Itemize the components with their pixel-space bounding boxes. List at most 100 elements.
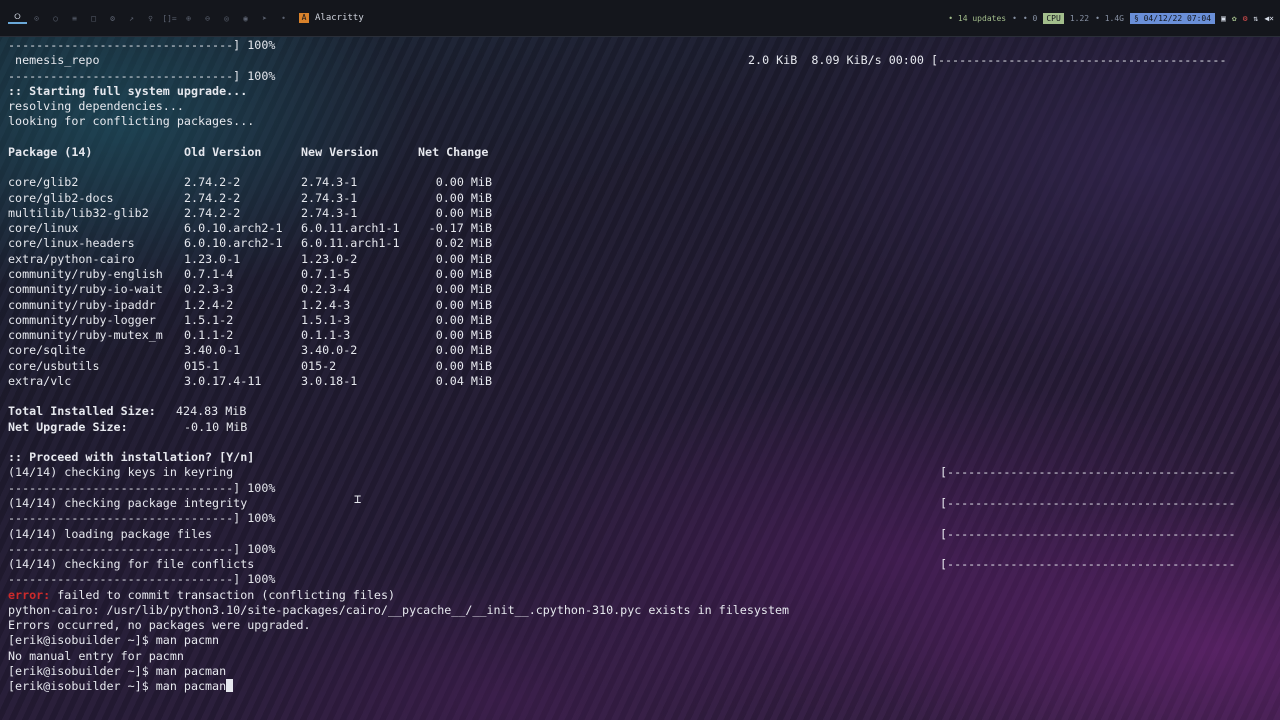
step-line: (14/14) checking keys in keyring [-------… — [8, 465, 1280, 480]
package-name: community/ruby-io-wait — [8, 282, 163, 297]
gear-icon[interactable]: ⚙ — [1243, 14, 1248, 23]
package-name: community/ruby-logger — [8, 312, 156, 327]
old-version: 0.7.1-4 — [184, 266, 234, 281]
workspace-tag-4[interactable]: ≡ — [65, 14, 84, 23]
workspace-tag-13[interactable]: ➤ — [255, 14, 274, 23]
step-progress-bar: [---------------------------------------… — [940, 465, 1236, 480]
package-name: core/linux — [8, 221, 79, 236]
workspace-tag-3[interactable]: ○ — [46, 14, 65, 23]
new-version: 6.0.11.arch1-1 — [301, 236, 400, 251]
step-progress-bar: [---------------------------------------… — [940, 495, 1236, 510]
package-name: community/ruby-mutex_m — [8, 328, 163, 343]
step-line: (14/14) checking package integrity [-----… — [8, 496, 1280, 511]
workspace-tag-11[interactable]: ◎ — [217, 14, 236, 23]
package-table: core/glib2 2.74.2-2 2.74.3-1 0.00 MiB core/g… — [8, 175, 1280, 389]
package-row: core/glib2-docs 2.74.2-2 2.74.3-1 0.00 MiB — [8, 191, 1280, 206]
ibeam-cursor-icon: ⌶ — [354, 492, 362, 506]
workspace-tags: ⭘ ⊙ ○ ≡ □ ⚙ ↗ ♀ []= ⊕ ⊖ ◎ ◉ ➤ • — [0, 12, 293, 24]
step-line: (14/14) loading package files [----------… — [8, 527, 1280, 542]
net-change: 0.02 MiB — [435, 236, 492, 251]
net-change: 0.00 MiB — [435, 190, 492, 205]
terminal-line: looking for conflicting packages... — [8, 114, 255, 129]
errors-occurred-line: Errors occurred, no packages were upgrad… — [8, 618, 311, 633]
package-row: community/ruby-mutex_m 0.1.1-2 0.1.1-3 0.00… — [8, 328, 1280, 343]
workspace-tag-1[interactable]: ⭘ — [8, 12, 27, 24]
new-version: 6.0.11.arch1-1 — [301, 221, 400, 236]
shell-prompt-active[interactable]: [erik@isobuilder ~]$ man pacman — [8, 679, 1280, 694]
workspace-tag-14[interactable]: • — [274, 14, 293, 23]
alacritty-icon: A — [299, 13, 309, 23]
net-change: 0.00 MiB — [435, 312, 492, 327]
new-version: 3.40.0-2 — [301, 343, 358, 358]
step-text: (14/14) checking package integrity — [8, 495, 248, 510]
workspace-tag-8[interactable]: ♀ — [141, 14, 160, 23]
new-version: 0.1.1-3 — [301, 328, 351, 343]
package-name: extra/vlc — [8, 373, 72, 388]
workspace-tag-7[interactable]: ↗ — [122, 14, 141, 23]
status-bar: ⭘ ⊙ ○ ≡ □ ⚙ ↗ ♀ []= ⊕ ⊖ ◎ ◉ ➤ • A Alacri… — [0, 0, 1280, 37]
old-version: 2.74.2-2 — [184, 190, 241, 205]
net-change: 0.00 MiB — [435, 205, 492, 220]
layout-indicator[interactable]: []= — [160, 14, 179, 23]
bell-icon[interactable]: • — [1012, 14, 1017, 23]
workspace-tag-6[interactable]: ⚙ — [103, 14, 122, 23]
new-version: 2.74.3-1 — [301, 175, 358, 190]
package-row: community/ruby-ipaddr 1.2.4-2 1.2.4-3 0.00 … — [8, 298, 1280, 313]
old-version: 1.2.4-2 — [184, 297, 234, 312]
leaf-icon[interactable]: ✿ — [1232, 14, 1237, 23]
old-version: 2.74.2-2 — [184, 175, 241, 190]
workspace-tag-9[interactable]: ⊕ — [179, 14, 198, 23]
workspace-tag-2[interactable]: ⊙ — [27, 14, 46, 23]
package-name: core/glib2 — [8, 175, 79, 190]
package-row: core/linux 6.0.10.arch2-1 6.0.11.arch1-1 -0… — [8, 221, 1280, 236]
package-name: multilib/lib32-glib2 — [8, 205, 149, 220]
package-name: extra/python-cairo — [8, 251, 135, 266]
total-installed-line: Total Installed Size: 424.83 MiB — [8, 404, 1280, 419]
shell-prompt: [erik@isobuilder ~]$ man pacman — [8, 663, 227, 678]
net-change: 0.00 MiB — [435, 358, 492, 373]
net-change: 0.00 MiB — [435, 328, 492, 343]
terminal-line: --------------------------------] 100% — [8, 38, 276, 52]
conflict-line: python-cairo: /usr/lib/python3.10/site-p… — [8, 602, 790, 617]
old-version: 2.74.2-2 — [184, 205, 241, 220]
window-title-text: Alacritty — [315, 13, 364, 23]
terminal-window[interactable]: --------------------------------] 100% n… — [0, 36, 1280, 720]
datetime-badge[interactable]: § 04/12/22 07:04 — [1129, 12, 1216, 24]
terminal-line: nemesis_repo 2.0 KiB 8.09 KiB/s 00:00 [-… — [8, 53, 1280, 68]
step-text: (14/14) checking keys in keyring — [8, 465, 234, 480]
package-name: community/ruby-english — [8, 266, 163, 281]
step-text: (14/14) loading package files — [8, 526, 213, 541]
step-line: (14/14) checking for file conflicts [----… — [8, 557, 1280, 572]
new-version: 015-2 — [301, 358, 337, 373]
new-version: 2.74.3-1 — [301, 190, 358, 205]
package-name: core/glib2-docs — [8, 190, 114, 205]
net-change: 0.00 MiB — [435, 297, 492, 312]
package-row: core/sqlite 3.40.0-1 3.40.0-2 0.00 MiB — [8, 343, 1280, 358]
volume-mute-icon[interactable]: ◀× — [1264, 14, 1274, 23]
header-net-change: Net Change — [418, 144, 489, 159]
screenshot-icon[interactable]: ▣ — [1221, 14, 1226, 23]
net-upgrade-line: Net Upgrade Size: -0.10 MiB — [8, 420, 1280, 435]
notification-count[interactable]: • 0 — [1023, 14, 1037, 23]
network-icon[interactable]: ⇅ — [1254, 14, 1259, 23]
workspace-tag-5[interactable]: □ — [84, 14, 103, 23]
step-progress-bar: [---------------------------------------… — [940, 526, 1236, 541]
net-change: 0.00 MiB — [435, 282, 492, 297]
old-version: 015-1 — [184, 358, 220, 373]
net-upgrade-value: -0.10 MiB — [184, 419, 248, 434]
workspace-tag-12[interactable]: ◉ — [236, 14, 255, 23]
workspace-tag-10[interactable]: ⊖ — [198, 14, 217, 23]
text-cursor — [226, 679, 234, 693]
package-table-header: Package (14) Old Version New Version Net… — [8, 145, 1280, 160]
old-version: 6.0.10.arch2-1 — [184, 221, 283, 236]
package-row: community/ruby-io-wait 0.2.3-3 0.2.3-4 0.00… — [8, 282, 1280, 297]
error-prefix: error: — [8, 587, 51, 602]
old-version: 6.0.10.arch2-1 — [184, 236, 283, 251]
window-title: A Alacritty — [299, 13, 364, 23]
updates-indicator[interactable]: • 14 updates — [948, 14, 1006, 23]
net-change: -0.17 MiB — [428, 221, 492, 236]
repo-name: nemesis_repo — [8, 53, 100, 68]
old-version: 1.23.0-1 — [184, 251, 241, 266]
